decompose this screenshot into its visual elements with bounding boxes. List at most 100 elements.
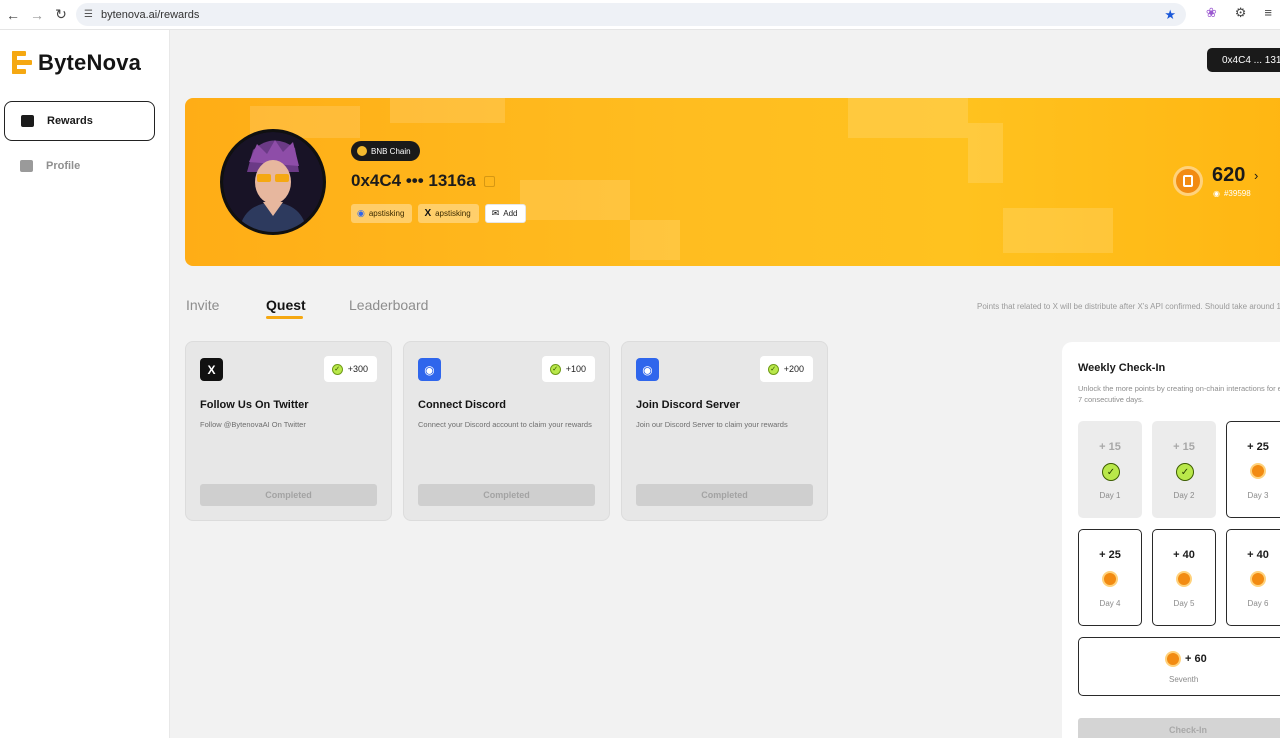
quest-reward: ✓ +100 bbox=[541, 356, 595, 382]
x-icon: X bbox=[424, 208, 432, 219]
profile-address: 0x4C4 ••• 1316a bbox=[351, 171, 495, 191]
coin-icon bbox=[1250, 571, 1268, 589]
check-icon: ✓ bbox=[767, 363, 779, 375]
quest-completed-button[interactable]: Completed bbox=[636, 484, 813, 506]
quest-card-twitter: X ✓ +300 Follow Us On Twitter Follow @By… bbox=[185, 341, 392, 521]
checkin-day-4: + 25 Day 4 bbox=[1078, 529, 1142, 626]
reward-amount: +200 bbox=[783, 364, 804, 374]
quest-title: Follow Us On Twitter bbox=[200, 399, 309, 411]
social-handle: apstisking bbox=[435, 209, 471, 218]
day-amount: + 15 bbox=[1173, 441, 1195, 453]
bytenova-logo-icon bbox=[12, 51, 32, 75]
checkin-day-3: + 25 Day 3 bbox=[1226, 421, 1280, 518]
checkin-day-6: + 40 Day 6 bbox=[1226, 529, 1280, 626]
back-icon[interactable]: ← bbox=[2, 4, 24, 26]
chain-badge: BNB Chain bbox=[351, 141, 420, 161]
bookmark-star-icon[interactable]: ★ bbox=[1164, 7, 1176, 23]
check-in-button[interactable]: Check-In bbox=[1078, 718, 1280, 738]
check-icon: ✓ bbox=[1176, 463, 1194, 481]
tab-quest[interactable]: Quest bbox=[266, 297, 306, 313]
check-icon: ✓ bbox=[331, 363, 343, 375]
brand-name: ByteNova bbox=[38, 50, 142, 75]
logo[interactable]: ByteNova bbox=[12, 50, 141, 76]
discord-icon: ◉ bbox=[418, 358, 441, 381]
quest-desc: Join our Discord Server to claim your re… bbox=[636, 420, 788, 429]
wallet-button[interactable]: 0x4C4 ... 1316a bbox=[1207, 48, 1280, 72]
checkin-day-5: + 40 Day 5 bbox=[1152, 529, 1216, 626]
coin-icon bbox=[1165, 651, 1181, 667]
day-amount: + 25 bbox=[1099, 549, 1121, 561]
bnb-icon bbox=[357, 146, 367, 156]
day-label: Day 2 bbox=[1173, 491, 1195, 500]
day-label: Day 6 bbox=[1247, 599, 1269, 608]
social-handle: apstisking bbox=[368, 209, 405, 218]
quest-desc: Connect your Discord account to claim yo… bbox=[418, 420, 592, 429]
forward-icon[interactable]: → bbox=[26, 4, 48, 26]
check-icon: ✓ bbox=[1102, 463, 1120, 481]
checkin-day-seventh: + 60 Seventh bbox=[1078, 637, 1280, 696]
discord-icon: ◉ bbox=[357, 208, 365, 218]
day-label: Day 4 bbox=[1099, 599, 1121, 608]
quest-title: Join Discord Server bbox=[636, 399, 740, 411]
sidebar-item-label: Rewards bbox=[47, 115, 93, 127]
chevron-right-icon[interactable]: › bbox=[1254, 168, 1258, 183]
day-label: Day 5 bbox=[1173, 599, 1195, 608]
reward-amount: +300 bbox=[347, 364, 368, 374]
extensions-icon[interactable]: ⚙ bbox=[1235, 5, 1247, 21]
profile-banner: BNB Chain 0x4C4 ••• 1316a ◉ apstisking X… bbox=[185, 98, 1280, 266]
gift-icon bbox=[21, 115, 34, 127]
wallet-address: 0x4C4 ... 1316a bbox=[1222, 54, 1280, 66]
quest-completed-button[interactable]: Completed bbox=[200, 484, 377, 506]
sidebar-item-label: Profile bbox=[46, 160, 81, 172]
coin-icon bbox=[1102, 571, 1120, 589]
checkin-desc: Unlock the more points by creating on-ch… bbox=[1078, 384, 1280, 405]
copy-icon[interactable] bbox=[483, 175, 495, 187]
checkin-day-2: + 15 ✓ Day 2 bbox=[1152, 421, 1216, 518]
weekly-checkin-panel: Weekly Check-In Unlock the more points b… bbox=[1062, 342, 1280, 738]
points-notice: Points that related to X will be distrib… bbox=[977, 302, 1280, 311]
checkin-day-1: + 15 ✓ Day 1 bbox=[1078, 421, 1142, 518]
x-link[interactable]: X apstisking bbox=[418, 204, 479, 223]
rank-icon: ◉ bbox=[1213, 189, 1220, 198]
active-tab-indicator bbox=[266, 316, 303, 319]
discord-link[interactable]: ◉ apstisking bbox=[351, 204, 413, 223]
coin-icon bbox=[1250, 463, 1268, 481]
reward-amount: +100 bbox=[565, 364, 586, 374]
rank-badge: ◉ #39598 bbox=[1213, 189, 1251, 198]
day-amount: + 40 bbox=[1173, 549, 1195, 561]
day-label: Day 3 bbox=[1247, 491, 1269, 500]
quest-reward: ✓ +300 bbox=[323, 356, 377, 382]
reload-icon[interactable]: ↻ bbox=[50, 4, 72, 26]
address-bar[interactable]: ☰ bytenova.ai/rewards ★ bbox=[76, 3, 1186, 26]
site-settings-icon[interactable]: ☰ bbox=[84, 9, 93, 20]
day-amount: + 60 bbox=[1185, 653, 1207, 665]
folder-icon bbox=[20, 160, 33, 172]
add-email-button[interactable]: ✉ Add bbox=[484, 204, 527, 223]
url-text: bytenova.ai/rewards bbox=[100, 8, 200, 21]
social-links: ◉ apstisking X apstisking ✉ Add bbox=[351, 204, 527, 223]
quest-completed-button[interactable]: Completed bbox=[418, 484, 595, 506]
check-icon: ✓ bbox=[549, 363, 561, 375]
browser-toolbar: ← → ↻ ☰ bytenova.ai/rewards ★ ❀ ⚙ ≡ bbox=[0, 0, 1280, 30]
points-coin-icon bbox=[1173, 166, 1203, 196]
sidebar: ByteNova Rewards Profile bbox=[0, 30, 170, 738]
sidebar-item-rewards[interactable]: Rewards bbox=[4, 101, 155, 141]
assistant-icon[interactable]: ❀ bbox=[1206, 5, 1217, 21]
reading-list-icon[interactable]: ≡ bbox=[1264, 5, 1272, 21]
day-label: Day 1 bbox=[1099, 491, 1121, 500]
sidebar-item-profile[interactable]: Profile bbox=[4, 146, 155, 186]
quest-reward: ✓ +200 bbox=[759, 356, 813, 382]
add-label: Add bbox=[503, 209, 518, 218]
day-label: Seventh bbox=[1169, 675, 1199, 684]
tab-invite[interactable]: Invite bbox=[186, 297, 219, 313]
address-text: 0x4C4 ••• 1316a bbox=[351, 171, 476, 190]
discord-icon: ◉ bbox=[636, 358, 659, 381]
day-amount: + 25 bbox=[1247, 441, 1269, 453]
coin-icon bbox=[1176, 571, 1194, 589]
mail-icon: ✉ bbox=[491, 208, 500, 218]
points-total[interactable]: 620 bbox=[1212, 164, 1245, 187]
tab-leaderboard[interactable]: Leaderboard bbox=[349, 297, 428, 313]
quest-desc: Follow @BytenovaAI On Twitter bbox=[200, 420, 306, 429]
rank-text: #39598 bbox=[1223, 189, 1251, 198]
quest-card-join-discord: ◉ ✓ +200 Join Discord Server Join our Di… bbox=[621, 341, 828, 521]
